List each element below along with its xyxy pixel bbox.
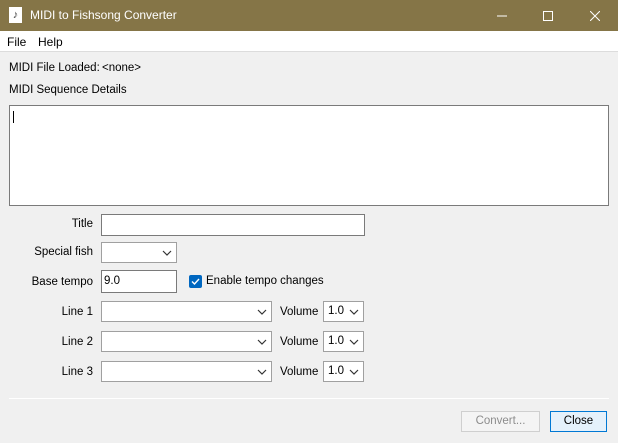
special-fish-label: Special fish <box>34 246 93 258</box>
menu-bar: File Help <box>0 31 618 52</box>
chevron-down-icon <box>162 250 172 256</box>
line-2-volume-value: 1.0 <box>328 335 344 347</box>
line-2-label: Line 2 <box>61 336 93 348</box>
convert-button[interactable]: Convert... <box>461 411 540 432</box>
title-label: Title <box>71 218 93 230</box>
chevron-down-icon <box>349 309 359 315</box>
line-1-label: Line 1 <box>61 306 93 318</box>
line-1-volume-select[interactable]: 1.0 <box>323 301 364 322</box>
chevron-down-icon <box>349 339 359 345</box>
window-title: MIDI to Fishsong Converter <box>30 8 177 22</box>
midi-file-label: MIDI File Loaded: <box>9 62 100 74</box>
chevron-down-icon <box>349 369 359 375</box>
line-1-volume-label: Volume <box>280 306 319 318</box>
music-note-icon: ♪ <box>9 7 22 23</box>
tempo-changes-label[interactable]: Enable tempo changes <box>206 275 324 287</box>
sequence-details-label: MIDI Sequence Details <box>9 84 127 96</box>
special-fish-select[interactable] <box>101 242 177 263</box>
line-1-select[interactable] <box>101 301 272 322</box>
line-2-select[interactable] <box>101 331 272 352</box>
line-1-volume-value: 1.0 <box>328 305 344 317</box>
bottom-separator <box>9 398 609 399</box>
chevron-down-icon <box>257 339 267 345</box>
menu-file[interactable]: File <box>7 35 26 49</box>
maximize-button[interactable] <box>525 0 571 31</box>
chevron-down-icon <box>257 369 267 375</box>
base-tempo-input[interactable]: 9.0 <box>101 270 177 293</box>
line-2-volume-label: Volume <box>280 336 319 348</box>
line-3-volume-value: 1.0 <box>328 365 344 377</box>
chevron-down-icon <box>257 309 267 315</box>
close-window-button[interactable] <box>572 0 618 31</box>
base-tempo-label: Base tempo <box>31 276 93 288</box>
maximize-icon <box>543 10 553 21</box>
title-bar[interactable]: ♪ MIDI to Fishsong Converter <box>0 0 618 31</box>
line-3-select[interactable] <box>101 361 272 382</box>
text-caret <box>13 111 14 123</box>
sequence-details-textarea[interactable] <box>9 105 609 206</box>
close-button[interactable]: Close <box>550 411 607 432</box>
menu-help[interactable]: Help <box>38 35 63 49</box>
line-3-volume-label: Volume <box>280 366 319 378</box>
line-2-volume-select[interactable]: 1.0 <box>323 331 364 352</box>
midi-file-value: <none> <box>102 62 142 74</box>
line-3-label: Line 3 <box>61 366 93 378</box>
tempo-changes-checkbox[interactable] <box>189 275 202 288</box>
minimize-icon <box>497 15 507 16</box>
close-icon <box>590 10 600 21</box>
checkmark-icon <box>191 278 200 286</box>
line-3-volume-select[interactable]: 1.0 <box>323 361 364 382</box>
title-input[interactable] <box>101 214 365 236</box>
minimize-button[interactable] <box>479 0 525 31</box>
